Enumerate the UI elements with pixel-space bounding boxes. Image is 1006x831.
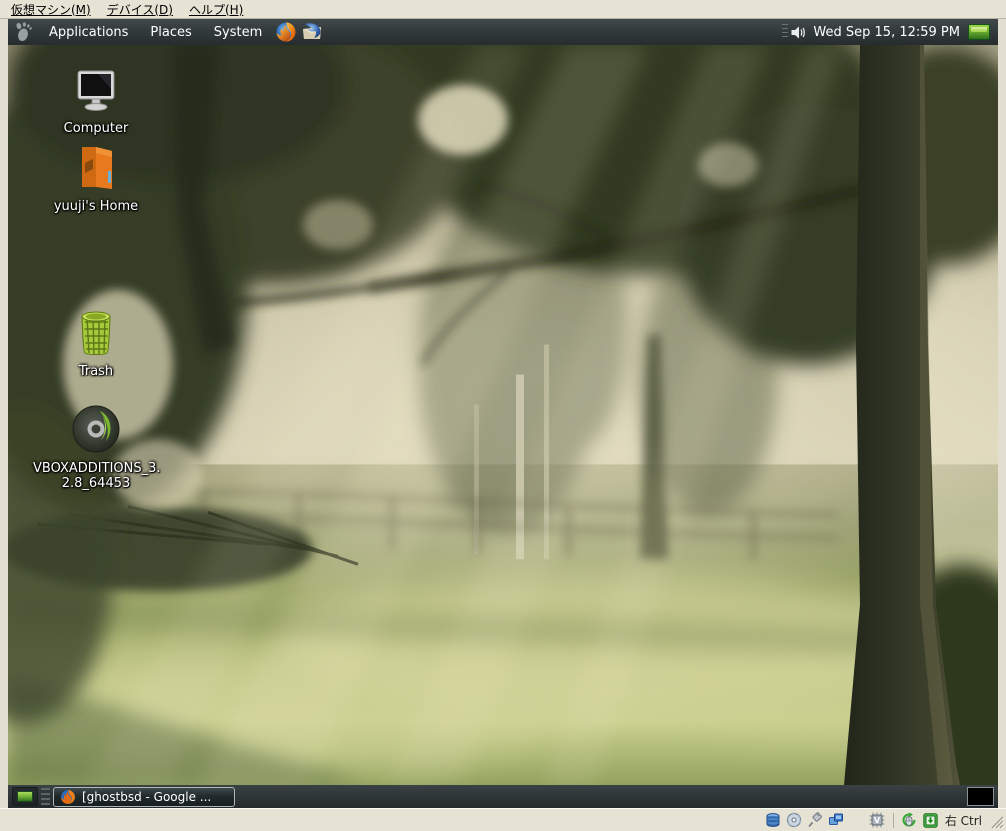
hard-disks-icon[interactable] (765, 812, 782, 829)
task-button-label: [ghostbsd - Google ... (82, 790, 211, 804)
resize-grip[interactable] (990, 812, 1004, 829)
desktop-icon-label-line2: 2.8_64453 (33, 476, 159, 491)
vm-border-left (0, 19, 8, 808)
panel-right-applets: Wed Sep 15, 12:59 PM (782, 19, 998, 45)
menu-places[interactable]: Places (139, 19, 202, 45)
network-adapters-icon[interactable] (828, 812, 845, 829)
thunderbird-launcher[interactable] (299, 19, 325, 45)
applet-handle[interactable] (782, 24, 788, 40)
desktop-icon-label: VBOXADDITIONS_3. (33, 461, 159, 476)
show-desktop-icon (17, 791, 33, 802)
host-key-state-icon[interactable] (922, 812, 939, 829)
cd-rom-icon (70, 403, 122, 455)
svg-text:V: V (874, 816, 881, 825)
menu-applications[interactable]: Applications (38, 19, 139, 45)
menu-system[interactable]: System (203, 19, 273, 45)
vm-frame: Applications Places System (0, 19, 1006, 808)
statusbar-separator (893, 813, 894, 828)
window-list-handle[interactable] (41, 788, 50, 805)
thunderbird-icon (301, 21, 323, 43)
home-folder-icon (72, 141, 120, 193)
virtualbox-window: 仮想マシン(M) デバイス(D) ヘルプ(H) (0, 0, 1006, 831)
vm-screen: Applications Places System (8, 19, 998, 808)
show-desktop-button[interactable] (12, 787, 38, 806)
computer-icon (72, 67, 120, 115)
desktop[interactable]: Computer yuuji's Home (8, 45, 998, 785)
desktop-icon-label: Computer (33, 121, 159, 136)
desktop-icon-label: yuuji's Home (33, 199, 159, 214)
gnome-foot-icon (12, 21, 34, 43)
desktop-icon-vbox-additions[interactable]: VBOXADDITIONS_3. 2.8_64453 (33, 403, 159, 491)
vbox-menubar: 仮想マシン(M) デバイス(D) ヘルプ(H) (0, 0, 1006, 19)
menu-virtual-machine[interactable]: 仮想マシン(M) (4, 0, 98, 19)
volume-icon[interactable] (790, 24, 807, 41)
desktop-icon-label: Trash (33, 364, 159, 379)
clock[interactable]: Wed Sep 15, 12:59 PM (807, 25, 968, 40)
desktop-icon-trash[interactable]: Trash (33, 308, 159, 379)
vbox-statusbar: V 右 Ctrl (0, 808, 1006, 831)
gnome-bottom-panel: [ghostbsd - Google ... (8, 785, 998, 808)
menu-help[interactable]: ヘルプ(H) (182, 0, 250, 19)
host-key-label: 右 Ctrl (945, 812, 982, 829)
desktop-icon-home[interactable]: yuuji's Home (33, 141, 159, 214)
usb-devices-icon[interactable] (807, 812, 824, 829)
firefox-icon (60, 789, 76, 805)
vm-border-right (998, 19, 1006, 808)
mouse-integration-icon[interactable] (901, 812, 918, 829)
firefox-icon (275, 21, 297, 43)
gnome-main-menu-button[interactable] (8, 19, 38, 45)
wallpaper-thumbnail-icon[interactable] (968, 24, 990, 40)
virtualization-chip-icon[interactable]: V (869, 812, 886, 829)
optical-drive-icon[interactable] (786, 812, 803, 829)
menu-devices[interactable]: デバイス(D) (100, 0, 180, 19)
firefox-launcher[interactable] (273, 19, 299, 45)
trash-icon (72, 308, 120, 358)
task-button-firefox[interactable]: [ghostbsd - Google ... (53, 787, 235, 807)
desktop-icon-computer[interactable]: Computer (33, 67, 159, 136)
panel-menus: Applications Places System (38, 19, 273, 45)
gnome-top-panel: Applications Places System (8, 19, 998, 45)
workspace-switcher[interactable] (967, 787, 994, 806)
